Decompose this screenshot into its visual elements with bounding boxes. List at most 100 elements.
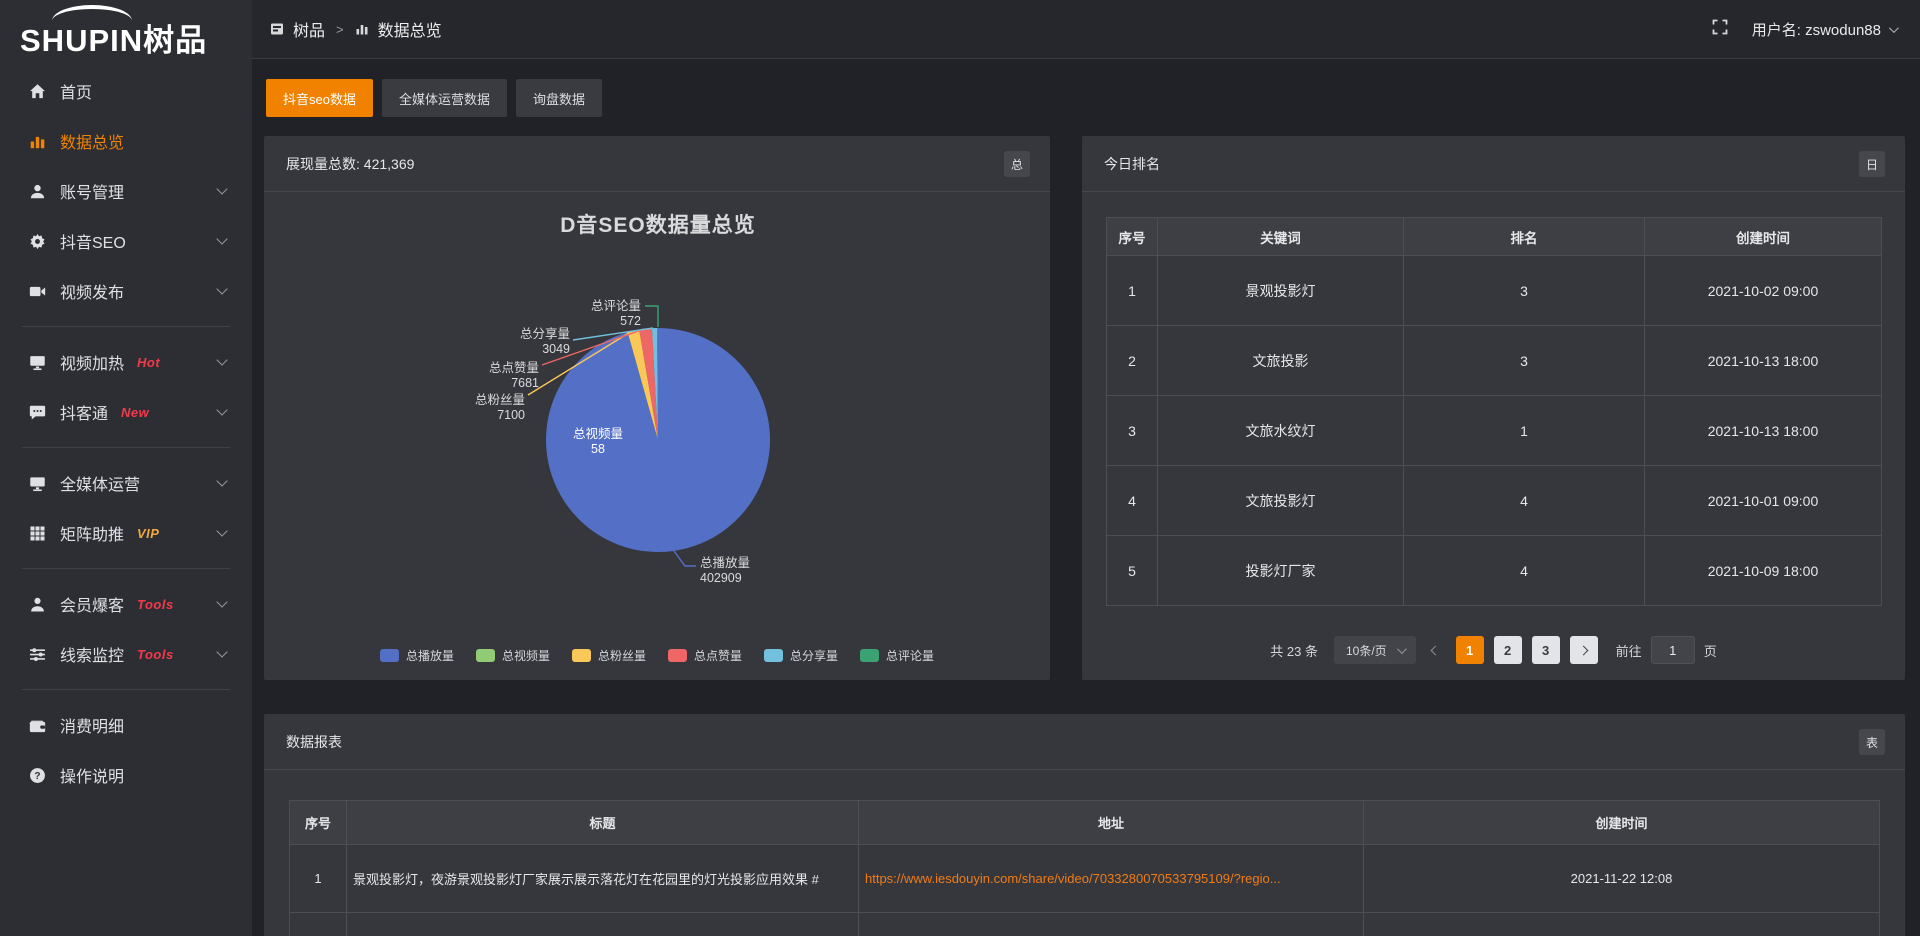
legend-item-总播放量[interactable]: 总播放量	[380, 647, 454, 664]
sidebar-item-help[interactable]: ? 操作说明	[0, 750, 252, 800]
rank-panel-header: 今日排名 日	[1082, 136, 1905, 192]
chevron-down-icon	[216, 596, 227, 607]
fullscreen-icon[interactable]	[1712, 19, 1728, 39]
goto-page: 前往 页	[1616, 636, 1717, 664]
report-table-row	[290, 913, 1880, 936]
rank-cell: 2021-10-13 18:00	[1645, 326, 1882, 396]
report-panel-title: 数据报表	[286, 732, 342, 752]
pie-label-name-总视频量: 总视频量	[573, 426, 623, 441]
goto-suffix-label: 页	[1704, 641, 1717, 660]
sidebar-item-label: 操作说明	[60, 763, 124, 787]
sidebar-item-matrix-boost[interactable]: 矩阵助推VIP	[0, 508, 252, 558]
sidebar-item-member-baoke[interactable]: 会员爆客 Tools	[0, 579, 252, 629]
rank-header-row: 序号关键词排名创建时间	[1107, 218, 1882, 256]
sidebar-item-label: 抖客通	[60, 400, 108, 424]
logo-cn: 树品	[143, 23, 207, 58]
sidebar-item-label: 数据总览	[60, 129, 124, 153]
total-toggle-button[interactable]: 总	[1004, 151, 1030, 177]
next-page-button[interactable]	[1570, 636, 1598, 664]
rank-column-header: 创建时间	[1645, 218, 1882, 256]
legend-item-总分享量[interactable]: 总分享量	[764, 647, 838, 664]
chevron-down-icon	[1397, 644, 1407, 654]
rank-cell: 文旅投影灯	[1158, 466, 1404, 536]
rank-cell: 2021-10-01 09:00	[1645, 466, 1882, 536]
sidebar-item-badge: VIP	[137, 526, 159, 541]
grid-icon	[28, 524, 46, 542]
rank-cell: 2	[1107, 326, 1158, 396]
rank-column-header: 序号	[1107, 218, 1158, 256]
legend-item-总视频量[interactable]: 总视频量	[476, 647, 550, 664]
table-toggle-button[interactable]: 表	[1859, 729, 1885, 755]
tab-1[interactable]: 全媒体运营数据	[382, 79, 507, 117]
legend-label: 总视频量	[502, 647, 550, 664]
label-line-总播放量	[674, 551, 696, 566]
monitor-icon	[28, 474, 46, 492]
chart-icon	[28, 132, 46, 150]
report-table-body: 1景观投影灯，夜游景观投影灯厂家展示展示落花灯在花园里的灯光投影应用效果 #ht…	[290, 845, 1880, 936]
rank-cell: 5	[1107, 536, 1158, 606]
legend-item-总粉丝量[interactable]: 总粉丝量	[572, 647, 646, 664]
goto-page-input[interactable]	[1651, 636, 1695, 664]
sidebar-item-video-publish[interactable]: 视频发布	[0, 266, 252, 316]
page-button-3[interactable]: 3	[1532, 636, 1560, 664]
pie-label-name-总评论量: 总评论量	[591, 299, 641, 313]
legend-swatch	[668, 649, 687, 662]
sidebar-item-home[interactable]: 首页	[0, 66, 252, 116]
chart-title: D音SEO数据量总览	[560, 213, 756, 237]
report-cell	[1364, 913, 1880, 936]
home-icon	[28, 82, 46, 100]
user-menu[interactable]: 用户名: zswodun88	[1752, 19, 1896, 40]
report-link[interactable]: https://www.iesdouyin.com/share/video/70…	[865, 871, 1281, 886]
question-icon: ?	[28, 766, 46, 784]
sidebar-item-label: 全媒体运营	[60, 471, 140, 495]
rank-table-head: 序号关键词排名创建时间	[1107, 218, 1882, 256]
sidebar-item-douyin-seo[interactable]: 抖音SEO	[0, 216, 252, 266]
rank-cell: 3	[1107, 396, 1158, 466]
sidebar-item-douketong[interactable]: 抖客通New	[0, 387, 252, 437]
legend-label: 总评论量	[886, 647, 934, 664]
sidebar-menu: 首页数据总览账号管理抖音SEO 视频发布视频加热Hot抖客通New 全媒体运营矩阵助…	[0, 62, 252, 800]
sidebar-item-label: 会员爆客	[60, 592, 124, 616]
report-table-head: 序号标题地址创建时间	[290, 801, 1880, 845]
overview-panel-title: 展现量总数: 421,369	[286, 154, 414, 174]
chevron-down-icon	[216, 404, 227, 415]
sidebar-item-consume-detail[interactable]: 消费明细	[0, 700, 252, 750]
sidebar-item-label: 抖音SEO	[60, 229, 126, 253]
page-button-1[interactable]: 1	[1456, 636, 1484, 664]
sidebar-item-clue-monitor[interactable]: 线索监控Tools	[0, 629, 252, 679]
pie-label-name-总粉丝量: 总粉丝量	[475, 392, 525, 407]
chevron-down-icon	[1889, 23, 1899, 33]
legend-swatch	[860, 649, 879, 662]
legend-swatch	[764, 649, 783, 662]
rank-column-header: 排名	[1404, 218, 1645, 256]
page-button-2[interactable]: 2	[1494, 636, 1522, 664]
page-size-select[interactable]: 10条/页	[1334, 636, 1416, 664]
rank-table-row: 5投影灯厂家42021-10-09 18:00	[1107, 536, 1882, 606]
sidebar-item-video-heat[interactable]: 视频加热Hot	[0, 337, 252, 387]
sidebar-item-badge: Hot	[137, 355, 160, 370]
sidebar-item-label: 账号管理	[60, 179, 124, 203]
pie-label-value-总播放量: 402909	[700, 571, 742, 585]
rank-cell: 景观投影灯	[1158, 256, 1404, 326]
report-cell	[859, 913, 1364, 936]
legend-item-总评论量[interactable]: 总评论量	[860, 647, 934, 664]
sidebar-item-data-overview[interactable]: 数据总览	[0, 116, 252, 166]
page-buttons: 123	[1456, 636, 1560, 664]
legend-item-总点赞量[interactable]: 总点赞量	[668, 647, 742, 664]
prev-page-button[interactable]	[1426, 647, 1446, 654]
sidebar-item-account[interactable]: 账号管理	[0, 166, 252, 216]
report-cell-time: 2021-11-22 12:08	[1364, 845, 1880, 913]
day-toggle-button[interactable]: 日	[1859, 151, 1885, 177]
board-icon	[270, 22, 284, 36]
person-icon	[28, 595, 46, 613]
sidebar-item-badge: Tools	[137, 597, 174, 612]
pie-label-value-总分享量: 3049	[542, 342, 570, 356]
rank-cell: 4	[1404, 466, 1645, 536]
tab-2[interactable]: 询盘数据	[516, 79, 602, 117]
sidebar-item-media-ops[interactable]: 全媒体运营	[0, 458, 252, 508]
sidebar-item-label: 首页	[60, 79, 92, 103]
report-table-row: 1景观投影灯，夜游景观投影灯厂家展示展示落花灯在花园里的灯光投影应用效果 #ht…	[290, 845, 1880, 913]
tab-0[interactable]: 抖音seo数据	[266, 79, 373, 117]
overview-panel-header: 展现量总数: 421,369 总	[264, 136, 1050, 192]
breadcrumb-root[interactable]: 树品	[293, 17, 325, 41]
